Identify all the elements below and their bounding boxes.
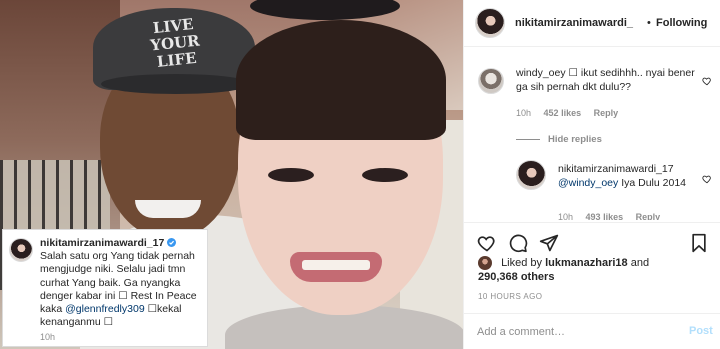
share-send-icon[interactable] — [539, 233, 559, 253]
caption-username[interactable]: nikitamirzanimawardi_17 — [40, 237, 164, 249]
teeth-braces — [302, 260, 370, 270]
reply-mention[interactable]: @windy_oey — [558, 177, 618, 189]
liker-avatar[interactable] — [478, 256, 492, 271]
add-comment-bar: Post — [464, 313, 720, 349]
post-header: nikitamirzanimawardi_ • Following — [464, 0, 720, 47]
reply-body: nikitamirzanimawardi_17 @windy_oey Iya D… — [558, 162, 706, 190]
reply-likes[interactable]: 493 likes — [586, 212, 624, 220]
caption-time: 10h — [40, 332, 56, 342]
comment-likes[interactable]: 452 likes — [544, 108, 582, 118]
woman-hair — [236, 20, 446, 140]
reply-avatar[interactable] — [516, 160, 546, 190]
comment-bubble-icon[interactable] — [508, 233, 528, 253]
woman-right-eye — [362, 168, 408, 182]
like-comment-heart-icon[interactable] — [702, 76, 712, 86]
caption-mention[interactable]: @glennfredly309 — [65, 303, 145, 315]
verified-badge-icon — [167, 238, 177, 247]
cap-print: LIVE YOUR LIFE — [149, 15, 201, 71]
emoji-icon: ☐ — [147, 303, 157, 316]
post-comment-button[interactable]: Post — [689, 325, 713, 337]
author-username[interactable]: nikitamirzanimawardi_ — [515, 17, 633, 29]
post-side-panel: nikitamirzanimawardi_ • Following windy_… — [463, 0, 720, 349]
add-comment-input[interactable] — [477, 323, 667, 341]
liked-by-user[interactable]: lukmanazhari18 — [545, 257, 628, 269]
reply-username[interactable]: nikitamirzanimawardi_17 — [558, 163, 674, 175]
comment-body: windy_oey ☐ ikut sedihhh.. nyai bener ga… — [516, 66, 696, 94]
hide-replies-label: Hide replies — [548, 134, 602, 145]
emoji-icon: ☐ — [118, 289, 128, 302]
cap-brim — [101, 74, 251, 94]
hide-replies-line — [516, 139, 540, 140]
caption-avatar[interactable] — [9, 238, 33, 262]
like-heart-icon[interactable] — [477, 233, 497, 253]
comment-username[interactable]: windy_oey — [516, 67, 566, 79]
reply-meta: 10h 493 likes Reply — [558, 212, 714, 220]
man-cap: LIVE YOUR LIFE — [93, 8, 255, 94]
following-button[interactable]: Following — [656, 17, 707, 29]
liked-by-prefix: Liked by — [501, 257, 543, 269]
save-bookmark-icon[interactable] — [689, 233, 709, 253]
header-separator: • — [647, 17, 651, 29]
emoji-icon: ☐ — [568, 67, 578, 79]
caption-card: nikitamirzanimawardi_17 Salah satu org Y… — [2, 229, 208, 347]
like-reply-heart-icon[interactable] — [702, 174, 712, 184]
post-timestamp[interactable]: 10 HOURS AGO — [478, 292, 542, 301]
comment-time: 10h — [516, 108, 532, 118]
liked-by-others[interactable]: 290,368 others — [478, 271, 554, 283]
comment-meta: 10h 452 likes Reply — [516, 108, 716, 118]
liked-by-joiner: and — [630, 257, 650, 269]
comment-reply-button[interactable]: Reply — [594, 108, 619, 118]
woman-left-eye — [268, 168, 314, 182]
comments-list: windy_oey ☐ ikut sedihhh.. nyai bener ga… — [464, 48, 720, 220]
emoji-icon: ☐ — [103, 316, 114, 329]
reply-reply-button[interactable]: Reply — [636, 212, 661, 220]
man-smile — [135, 200, 201, 218]
woman-smile — [290, 252, 382, 282]
caption-text: nikitamirzanimawardi_17 Salah satu org Y… — [40, 237, 204, 329]
liked-by-summary: Liked by lukmanazhari18 and 290,368 othe… — [478, 256, 714, 284]
reply-time: 10h — [558, 212, 574, 220]
author-avatar[interactable] — [475, 8, 505, 38]
post-image[interactable]: LIVE YOUR LIFE nikitamirzanimawardi_17 S… — [0, 0, 463, 349]
commenter-avatar[interactable] — [478, 68, 504, 94]
hide-replies-toggle[interactable]: Hide replies — [516, 134, 602, 145]
reply-text: Iya Dulu 2014 — [621, 177, 686, 189]
